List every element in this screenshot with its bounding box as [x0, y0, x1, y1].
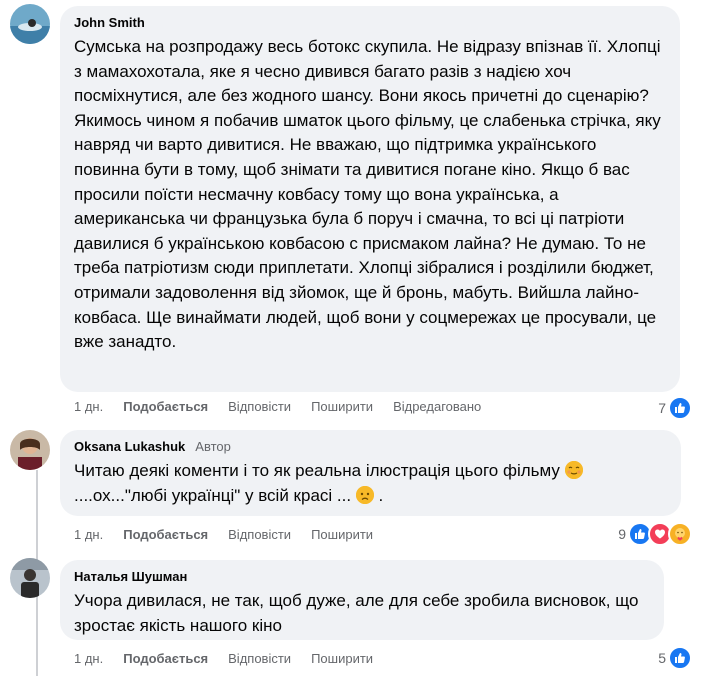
timestamp[interactable]: 1 дн. — [74, 398, 103, 416]
comment-text: Читаю деякі коменти і то як реальна ілюс… — [74, 459, 667, 508]
avatar[interactable] — [10, 4, 50, 44]
comment-text-line3: . — [378, 485, 384, 505]
reply-button[interactable]: Відповісти — [228, 650, 291, 668]
reaction-count: 9 — [618, 526, 626, 542]
comment-actions: 1 дн. Подобається Відповісти Поширити — [74, 526, 393, 544]
edited-label: Відредаговано — [393, 399, 482, 414]
reactions[interactable]: 9 — [618, 522, 692, 546]
smirk-emoji-icon — [564, 461, 583, 479]
timestamp[interactable]: 1 дн. — [74, 650, 103, 668]
like-reaction-icon — [668, 396, 692, 420]
reaction-count: 5 — [658, 650, 666, 666]
reaction-count: 7 — [658, 400, 666, 416]
comment-bubble: Наталья Шушман Учора дивилася, не так, щ… — [60, 560, 664, 640]
comment-author[interactable]: John Smith — [74, 14, 666, 32]
comment-author[interactable]: Наталья Шушман — [74, 568, 650, 586]
comment-text: Учора дивилася, не так, щоб дуже, але дл… — [74, 591, 639, 635]
comment-author[interactable]: Oksana Lukashuk — [74, 439, 185, 454]
like-button[interactable]: Подобається — [123, 650, 208, 668]
reactions[interactable]: 5 — [658, 646, 692, 670]
share-button[interactable]: Поширити — [311, 398, 373, 416]
reply-button[interactable]: Відповісти — [228, 526, 291, 544]
comment-text-line2: ....ох..."любі українці" у всій красі ..… — [74, 485, 352, 505]
share-button[interactable]: Поширити — [311, 526, 373, 544]
comment-author-line: Oksana Lukashuk Автор — [74, 438, 667, 456]
like-button[interactable]: Подобається — [123, 398, 208, 416]
comment-text: Сумська на розпродажу весь ботокс скупил… — [74, 37, 661, 352]
avatar[interactable] — [10, 430, 50, 470]
comment-actions: 1 дн. Подобається Відповісти Поширити Ві… — [74, 398, 501, 416]
like-button[interactable]: Подобається — [123, 526, 208, 544]
share-button[interactable]: Поширити — [311, 650, 373, 668]
reactions[interactable]: 7 — [658, 396, 692, 420]
like-reaction-icon — [668, 646, 692, 670]
reply-button[interactable]: Відповісти — [228, 398, 291, 416]
care-reaction-icon — [668, 522, 692, 546]
comment-text-line1: Читаю деякі коменти і то як реальна ілюс… — [74, 461, 560, 480]
timestamp[interactable]: 1 дн. — [74, 526, 103, 544]
sad-emoji-icon — [355, 485, 374, 504]
comment-bubble: Oksana Lukashuk Автор Читаю деякі коменти… — [60, 430, 681, 516]
avatar[interactable] — [10, 558, 50, 598]
comment-actions: 1 дн. Подобається Відповісти Поширити — [74, 650, 393, 668]
comment-bubble: John Smith Сумська на розпродажу весь бо… — [60, 6, 680, 392]
author-badge: Автор — [195, 439, 231, 454]
